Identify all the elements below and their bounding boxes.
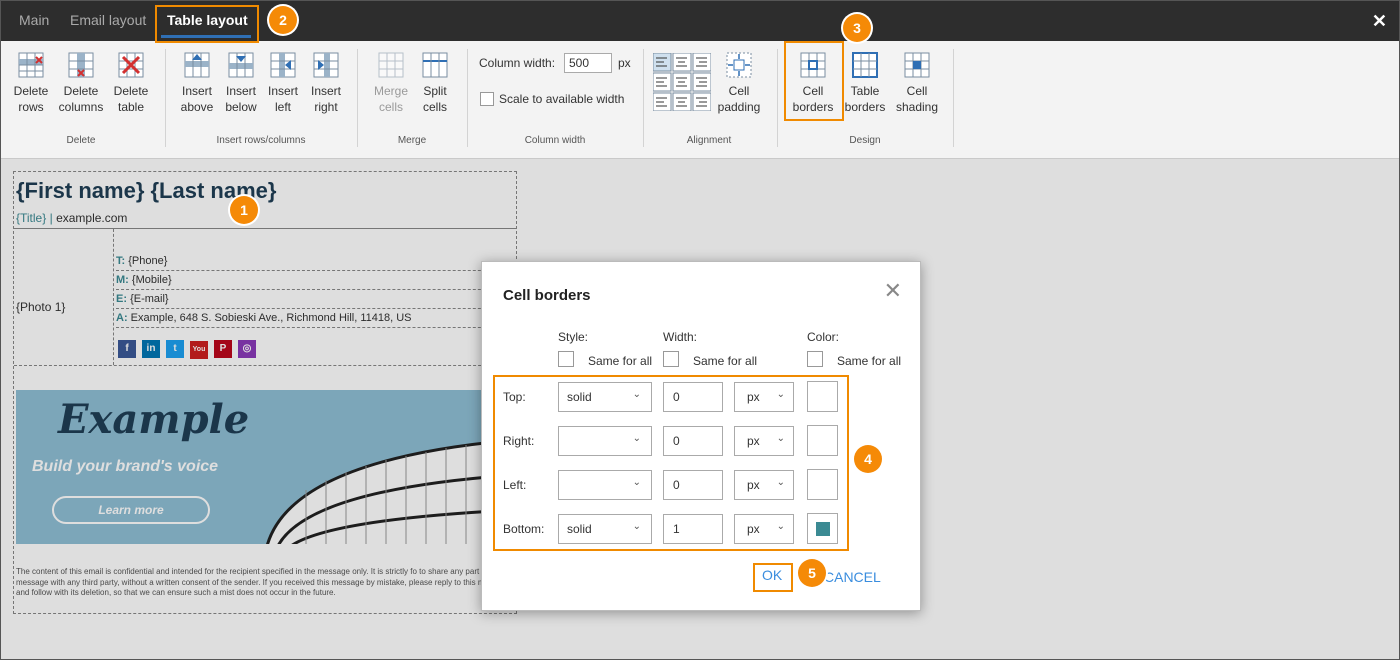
split-cells-label-1: Split xyxy=(423,84,447,98)
annotation-marker-4: 4 xyxy=(854,445,882,473)
scale-to-width-checkbox[interactable] xyxy=(480,92,494,106)
cell-shading-label-1: Cell xyxy=(906,84,928,98)
dialog-close-icon[interactable]: ✕ xyxy=(884,280,902,302)
table-borders-icon xyxy=(852,52,878,78)
merge-cells-label-2: cells xyxy=(378,100,403,114)
group-separator xyxy=(357,49,358,147)
insert-right-icon xyxy=(313,52,339,78)
delete-rows-icon xyxy=(18,52,44,78)
alignment-group-label: Alignment xyxy=(686,135,732,146)
cell-padding-icon xyxy=(726,52,752,78)
cell-shading-label-2: shading xyxy=(895,100,939,114)
insert-left-icon xyxy=(270,52,296,78)
merge-cells-label-1: Merge xyxy=(373,84,408,98)
insert-group-label: Insert rows/columns xyxy=(216,135,306,146)
delete-columns-button[interactable]: Delete columns xyxy=(57,51,105,115)
design-group-label: Design xyxy=(849,135,881,146)
width-header: Width: xyxy=(663,330,698,344)
column-width-unit: px xyxy=(618,56,631,70)
delete-group-label: Delete xyxy=(66,135,96,146)
group-separator xyxy=(467,49,468,147)
column-width-input[interactable]: 500 xyxy=(564,53,612,73)
annotation-marker-1: 1 xyxy=(230,196,258,224)
insert-below-icon xyxy=(228,52,254,78)
cell-padding-label-2: padding xyxy=(717,100,761,114)
table-borders-label-1: Table xyxy=(850,84,880,98)
color-same-for-all-label: Same for all xyxy=(837,354,902,368)
insert-below-label-1: Insert xyxy=(225,84,256,98)
delete-columns-icon xyxy=(68,52,94,78)
insert-right-label-2: right xyxy=(314,100,338,114)
annotation-marker-2: 2 xyxy=(269,6,297,34)
annotation-marker-5: 5 xyxy=(798,559,826,587)
group-separator xyxy=(777,49,778,147)
delete-table-icon xyxy=(118,52,144,78)
app-window: Main Email layout Table layout ✕ Delete … xyxy=(0,0,1400,660)
delete-columns-label-2: columns xyxy=(58,100,104,114)
insert-below-button[interactable]: Insert below xyxy=(221,51,261,115)
annotation-box-ok xyxy=(753,563,793,592)
delete-table-label-2: table xyxy=(117,100,145,114)
merge-cells-icon xyxy=(378,52,404,78)
alignment-grid-icon[interactable] xyxy=(653,53,711,111)
table-borders-button[interactable]: Table borders xyxy=(843,51,887,115)
group-separator xyxy=(643,49,644,147)
delete-rows-label-1: Delete xyxy=(13,84,49,98)
merge-group-label: Merge xyxy=(397,135,427,146)
style-header: Style: xyxy=(558,330,589,344)
dialog-title: Cell borders xyxy=(503,287,591,304)
insert-right-label-1: Insert xyxy=(310,84,341,98)
column-width-label: Column width: xyxy=(479,56,556,70)
split-cells-button[interactable]: Split cells xyxy=(417,51,453,115)
insert-above-button[interactable]: Insert above xyxy=(177,51,217,115)
cell-shading-icon xyxy=(904,52,930,78)
insert-above-label-1: Insert xyxy=(181,84,212,98)
cell-padding-label-1: Cell xyxy=(728,84,750,98)
width-same-for-all-checkbox[interactable] xyxy=(663,351,679,367)
color-same-for-all-checkbox[interactable] xyxy=(807,351,823,367)
delete-table-label-1: Delete xyxy=(113,84,149,98)
tab-main[interactable]: Main xyxy=(19,12,49,28)
group-separator xyxy=(165,49,166,147)
style-same-for-all-label: Same for all xyxy=(588,354,653,368)
split-cells-label-2: cells xyxy=(422,100,447,114)
delete-table-button[interactable]: Delete table xyxy=(111,51,151,115)
ribbon-toolbar: Delete rows Delete columns Delete table … xyxy=(1,41,1399,159)
annotation-marker-3: 3 xyxy=(843,14,871,42)
annotation-box-border-fields xyxy=(493,375,849,551)
cancel-button[interactable]: CANCEL xyxy=(824,569,881,585)
delete-columns-label-1: Delete xyxy=(63,84,99,98)
merge-cells-button[interactable]: Merge cells xyxy=(371,51,411,115)
delete-rows-button[interactable]: Delete rows xyxy=(9,51,53,115)
annotation-box-table-layout xyxy=(155,5,259,43)
color-header: Color: xyxy=(807,330,840,344)
annotation-box-cell-borders xyxy=(784,41,844,121)
insert-left-label-1: Insert xyxy=(267,84,298,98)
split-cells-icon xyxy=(422,52,448,78)
style-same-for-all-checkbox[interactable] xyxy=(558,351,574,367)
insert-left-button[interactable]: Insert left xyxy=(265,51,301,115)
insert-right-button[interactable]: Insert right xyxy=(307,51,345,115)
scale-to-width-label: Scale to available width xyxy=(499,92,625,106)
column-width-group-label: Column width xyxy=(524,135,586,146)
insert-above-label-2: above xyxy=(180,100,214,114)
cell-shading-button[interactable]: Cell shading xyxy=(895,51,939,115)
table-borders-label-2: borders xyxy=(844,100,886,114)
cell-padding-button[interactable]: Cell padding xyxy=(717,51,761,115)
width-same-for-all-label: Same for all xyxy=(693,354,758,368)
tab-email-layout[interactable]: Email layout xyxy=(70,12,146,28)
insert-below-label-2: below xyxy=(225,100,257,114)
group-separator xyxy=(953,49,954,147)
insert-above-icon xyxy=(184,52,210,78)
insert-left-label-2: left xyxy=(274,100,291,114)
close-window-icon[interactable]: ✕ xyxy=(1372,12,1387,30)
delete-rows-label-2: rows xyxy=(18,100,44,114)
